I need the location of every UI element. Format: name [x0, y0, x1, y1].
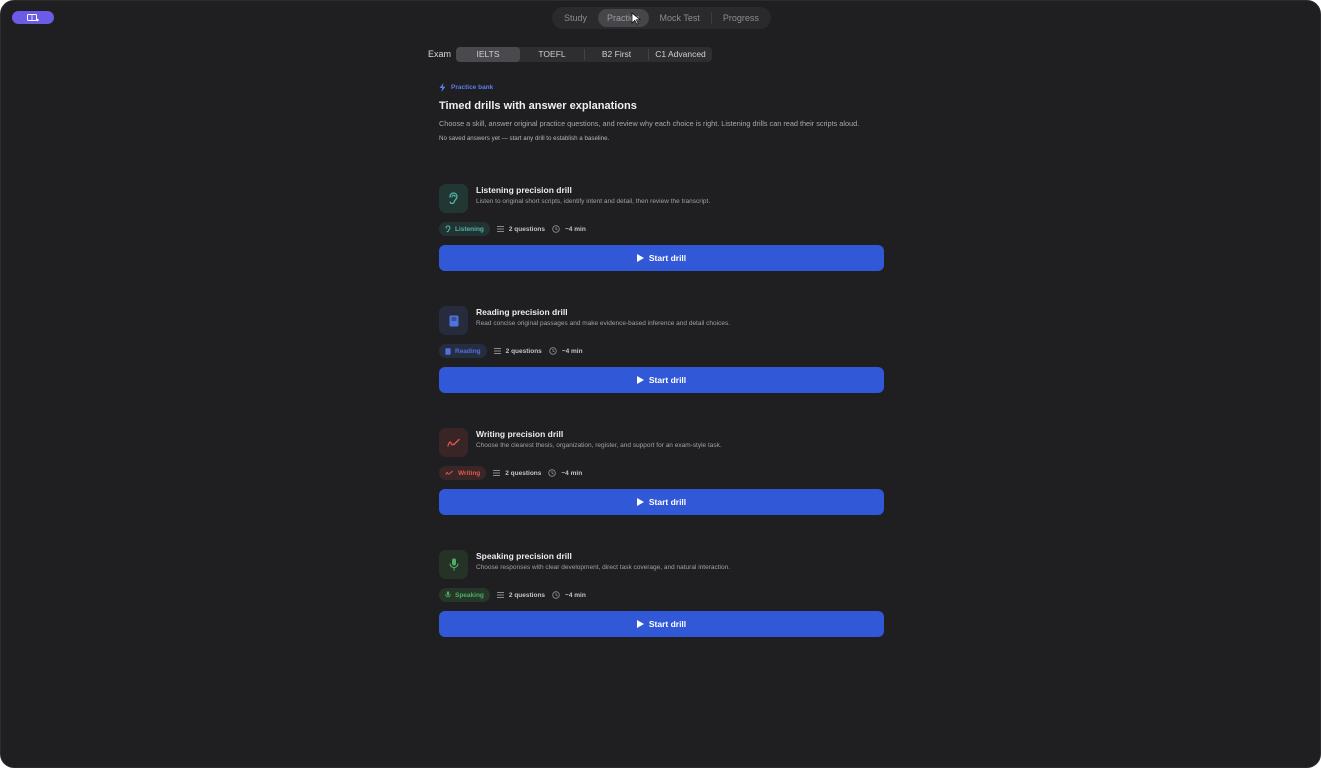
ear-icon [445, 225, 451, 233]
duration-text: ~4 min [565, 591, 586, 599]
pen-icon [445, 470, 453, 475]
book-icon [445, 347, 451, 355]
question-count-text: 2 questions [505, 347, 542, 355]
writing-icon-tile [439, 428, 468, 457]
duration: ~4 min [548, 469, 582, 477]
page-title: Timed drills with answer explanations [439, 100, 637, 112]
drill-title: Writing precision drill [476, 429, 564, 439]
book-icon [449, 315, 458, 326]
drill-meta: Reading 2 questions ~4 min [439, 344, 884, 358]
duration-text: ~4 min [561, 469, 583, 477]
clock-icon [549, 347, 557, 355]
drill-description: Choose responses with clear development,… [476, 564, 731, 571]
exam-option-ielts[interactable]: IELTS [456, 46, 521, 62]
start-drill-button[interactable]: Start drill [439, 489, 884, 515]
question-count: 2 questions [493, 347, 542, 355]
drill-meta: Speaking 2 questions ~4 min [439, 588, 884, 602]
app-window: Study Practice Mock Test Progress Exam I… [0, 0, 1321, 768]
clock-icon [552, 225, 560, 233]
list-icon [496, 226, 504, 232]
exam-option-toefl[interactable]: TOEFL [520, 47, 584, 62]
skill-badge: Listening [439, 222, 490, 236]
duration: ~4 min [552, 225, 586, 233]
clock-icon [548, 469, 557, 477]
tab-mock-test[interactable]: Mock Test [651, 9, 709, 27]
list-icon [493, 348, 501, 354]
start-drill-button[interactable]: Start drill [439, 245, 884, 271]
question-count-text: 2 questions [508, 591, 546, 599]
drill-title: Speaking precision drill [476, 551, 572, 561]
exam-option-c1-advanced[interactable]: C1 Advanced [649, 47, 712, 62]
skill-badge-label: Listening [455, 225, 484, 233]
list-icon [496, 592, 504, 598]
exam-selector: Exam IELTS TOEFL B2 First C1 Advanced [428, 46, 713, 62]
reading-icon-tile [439, 306, 468, 335]
question-count: 2 questions [493, 470, 541, 477]
start-drill-label: Start drill [648, 497, 687, 507]
kicker-text: Practice bank [451, 84, 494, 91]
lightning-icon [439, 83, 446, 92]
question-count: 2 questions [496, 591, 546, 599]
drill-card-listening: Listening precision drill Listen to orig… [439, 184, 884, 271]
play-icon [636, 620, 644, 628]
book-open-icon [27, 13, 39, 21]
start-drill-label: Start drill [648, 375, 687, 385]
drill-title: Listening precision drill [476, 185, 572, 195]
skill-badge: Speaking [439, 588, 490, 602]
duration-text: ~4 min [561, 347, 583, 355]
practice-bank-kicker: Practice bank [439, 83, 884, 92]
duration-text: ~4 min [565, 225, 586, 233]
pen-icon [446, 438, 460, 447]
list-icon [493, 470, 501, 476]
practice-header: Practice bank Timed drills with answer e… [439, 83, 884, 142]
drill-card-reading: Reading precision drill Read concise ori… [439, 306, 884, 393]
drill-card-writing: Writing precision drill Choose the clear… [439, 428, 884, 515]
ear-icon [449, 192, 458, 205]
start-drill-button[interactable]: Start drill [439, 611, 884, 637]
drill-description: Read concise original passages and make … [476, 320, 731, 327]
drill-title: Reading precision drill [476, 307, 568, 317]
skill-badge-label: Writing [458, 469, 481, 477]
speaking-icon-tile [439, 550, 468, 579]
mouse-cursor-icon [631, 12, 641, 25]
question-count-text: 2 questions [505, 469, 542, 477]
microphone-icon [445, 591, 451, 598]
start-drill-label: Start drill [648, 253, 687, 263]
question-count-text: 2 questions [508, 225, 546, 233]
play-icon [636, 254, 644, 262]
skill-badge-label: Reading [455, 347, 481, 355]
tab-study[interactable]: Study [555, 9, 596, 27]
microphone-icon [448, 558, 459, 571]
page-description: Choose a skill, answer original practice… [439, 119, 860, 128]
skill-badge-label: Speaking [455, 591, 484, 599]
exam-option-b2-first[interactable]: B2 First [585, 47, 648, 62]
exam-segmented-control: IELTS TOEFL B2 First C1 Advanced [456, 46, 713, 62]
duration: ~4 min [552, 591, 586, 599]
drill-description: Listen to original short scripts, identi… [476, 198, 711, 205]
drill-meta: Listening 2 questions ~4 min [439, 222, 884, 236]
question-count: 2 questions [496, 225, 546, 233]
drill-meta: Writing 2 questions ~4 min [439, 466, 884, 480]
drill-description: Choose the clearest thesis, organization… [476, 442, 722, 449]
start-drill-label: Start drill [648, 619, 687, 629]
nav-divider [710, 12, 712, 24]
play-icon [636, 498, 644, 506]
exam-label: Exam [428, 49, 452, 59]
tab-progress[interactable]: Progress [714, 9, 768, 27]
duration: ~4 min [549, 347, 583, 355]
start-drill-button[interactable]: Start drill [439, 367, 884, 393]
listening-icon-tile [439, 184, 468, 213]
app-logo-button[interactable] [12, 11, 54, 24]
skill-badge: Writing [439, 466, 487, 480]
baseline-note: No saved answers yet — start any drill t… [439, 134, 610, 142]
clock-icon [552, 591, 560, 599]
main-nav: Study Practice Mock Test Progress [552, 7, 771, 29]
skill-badge: Reading [439, 344, 487, 358]
drill-card-speaking: Speaking precision drill Choose response… [439, 550, 884, 637]
play-icon [636, 376, 644, 384]
